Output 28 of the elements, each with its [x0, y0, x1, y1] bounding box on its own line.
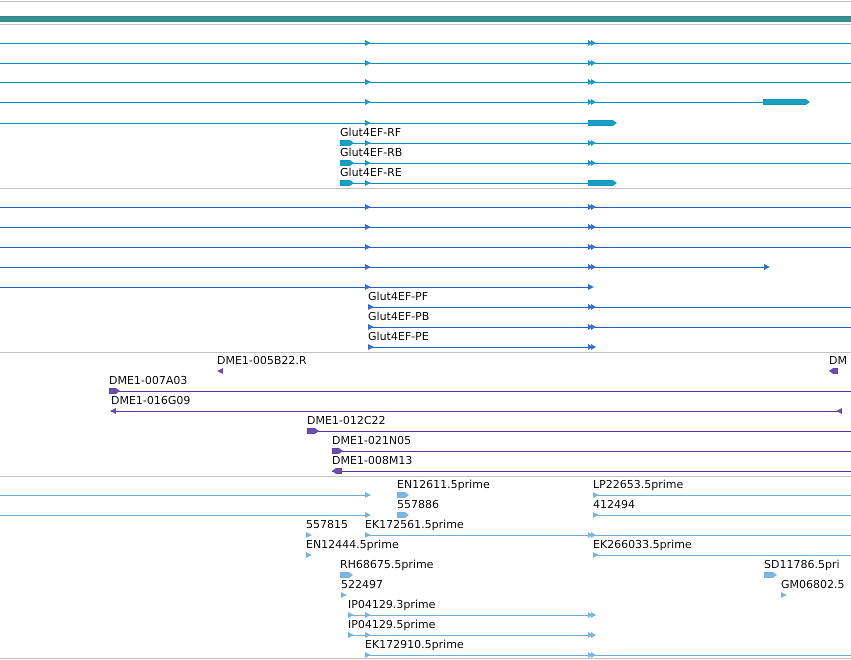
feature-label: DME1-016G09 [111, 394, 190, 407]
feature-label: 522497 [341, 578, 383, 591]
feature-label: Glut4EF-RB [340, 146, 402, 159]
feature-label: Glut4EF-PE [368, 330, 429, 343]
feature-label: DM [829, 354, 847, 367]
feature-label: DME1-012C22 [307, 414, 386, 427]
feature-label: 412494 [593, 498, 635, 511]
feature-label: EK172910.5prime [365, 638, 464, 651]
feature-label: Glut4EF-PF [368, 290, 428, 303]
feature-label: IP04129.3prime [348, 598, 436, 611]
feature-label: DME1-007A03 [109, 374, 188, 387]
feature-label: GM06802.5 [781, 578, 845, 591]
feature-label: 557886 [397, 498, 439, 511]
feature-label: Glut4EF-RE [340, 166, 402, 179]
feature-label: LP22653.5prime [593, 478, 684, 491]
feature-label: Glut4EF-PB [368, 310, 430, 323]
feature-label: EK266033.5prime [593, 538, 692, 551]
feature-label: RH68675.5prime [340, 558, 434, 571]
feature-label: DME1-005B22.R [217, 354, 307, 367]
feature-label: EK172561.5prime [365, 518, 464, 531]
feature-label: IP04129.5prime [348, 618, 436, 631]
feature-label: EN12611.5prime [397, 478, 490, 491]
feature-label: DME1-008M13 [332, 454, 412, 467]
feature-label: EN12444.5prime [306, 538, 399, 551]
feature-label: DME1-021N05 [332, 434, 412, 447]
feature-label: 557815 [306, 518, 348, 531]
feature-label: SD11786.5pri [764, 558, 840, 571]
feature-label: Glut4EF-RF [340, 126, 402, 139]
